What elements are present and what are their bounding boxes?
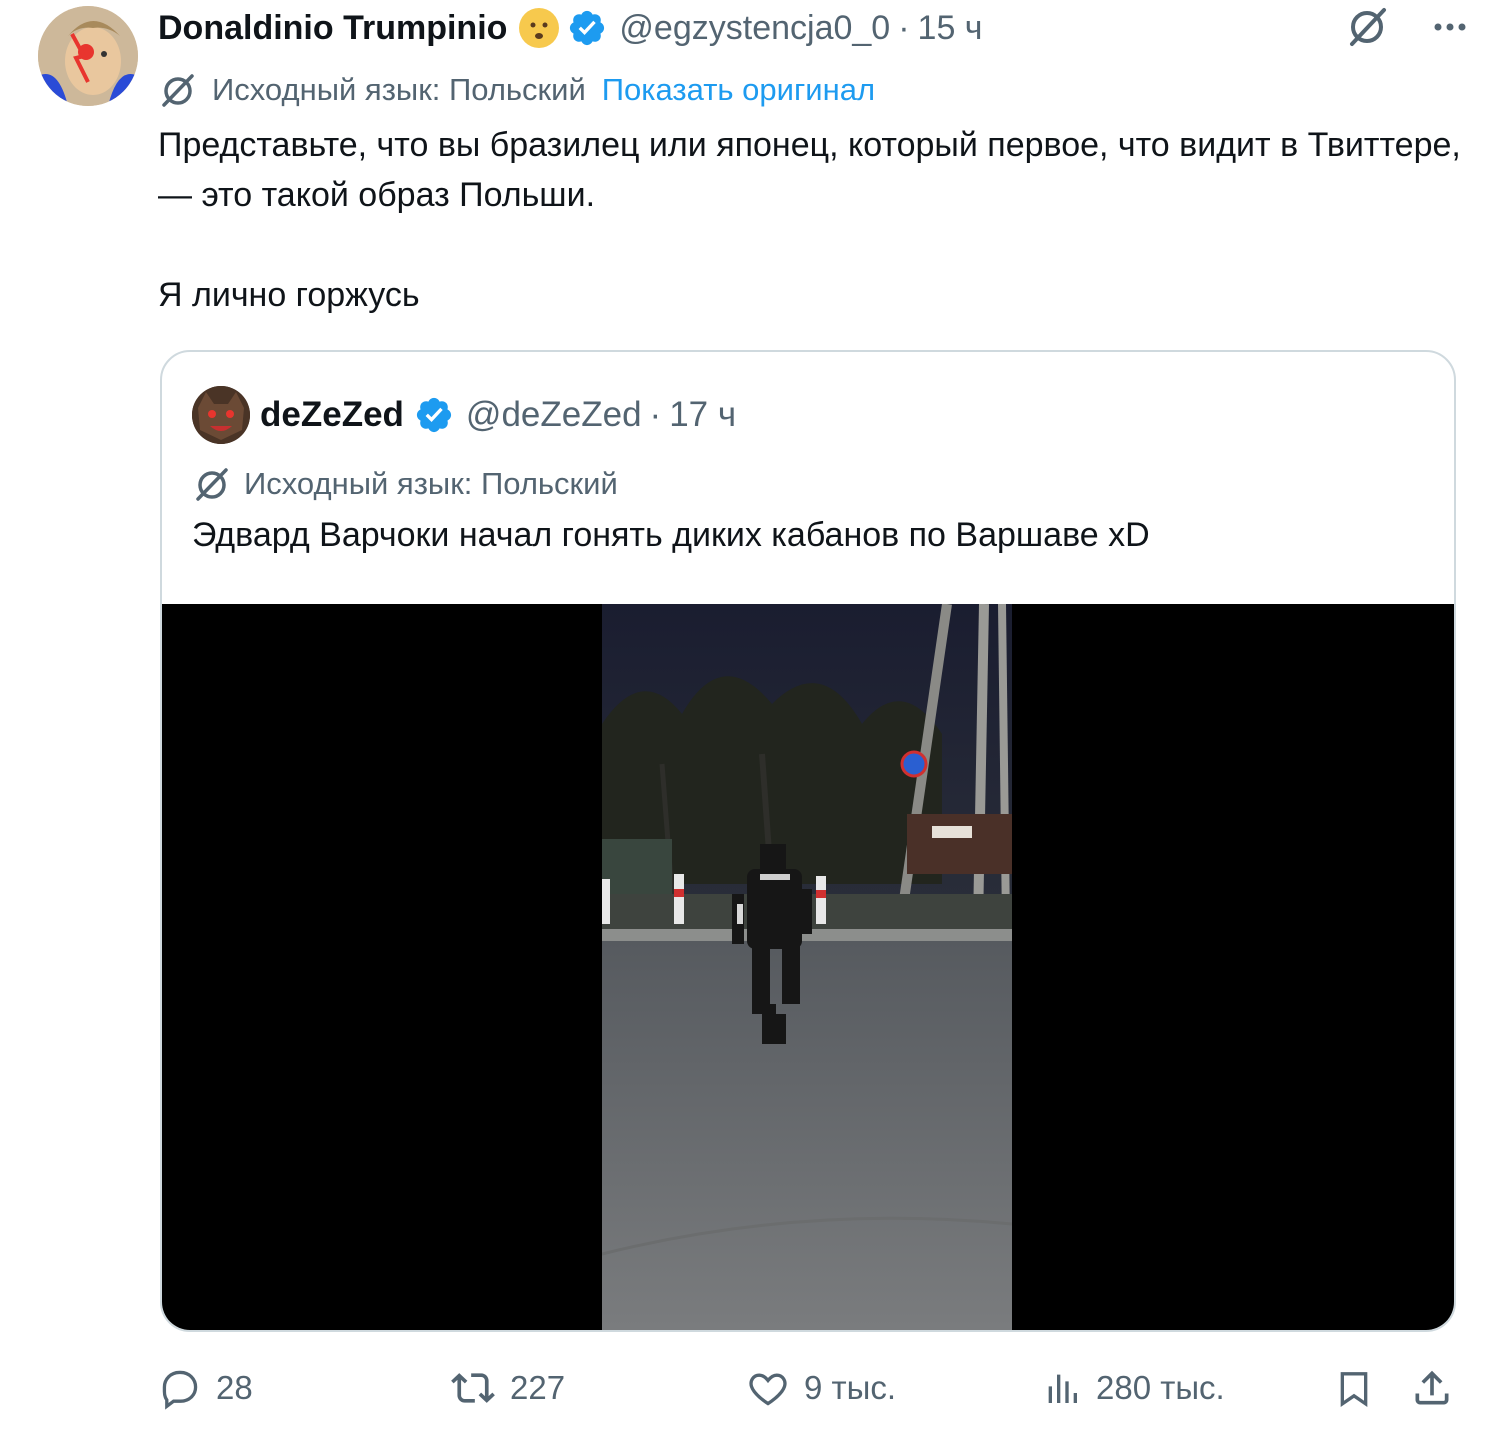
quoted-tweet-text: Эдвард Варчоки начал гонять диких кабано… bbox=[192, 516, 1150, 554]
header-actions bbox=[1344, 4, 1470, 50]
like-count: 9 тыс. bbox=[804, 1369, 897, 1406]
author-avatar[interactable] bbox=[38, 6, 138, 106]
tweet-time[interactable]: 15 ч bbox=[918, 9, 983, 48]
translation-row: Исходный язык: Польский Показать оригина… bbox=[158, 68, 875, 112]
tweet: Donaldinio Trumpinio @egzystencja0_0 · 1… bbox=[0, 0, 1500, 1449]
author-handle[interactable]: @egzystencja0_0 bbox=[619, 9, 890, 48]
tweet-text: Представьте, что вы бразилец или японец,… bbox=[158, 120, 1468, 320]
translation-label: Исходный язык: Польский bbox=[212, 72, 586, 107]
reply-button[interactable]: 28 bbox=[158, 1360, 253, 1416]
video-player[interactable] bbox=[162, 604, 1454, 1330]
retweet-count: 227 bbox=[510, 1369, 566, 1406]
tweet-header: Donaldinio Trumpinio @egzystencja0_0 · 1… bbox=[158, 6, 1470, 50]
heart-icon bbox=[746, 1366, 790, 1410]
verified-badge-icon bbox=[567, 8, 607, 48]
share-button[interactable] bbox=[1410, 1360, 1454, 1416]
like-button[interactable]: 9 тыс. bbox=[746, 1360, 896, 1416]
views-count: 280 тыс. bbox=[1096, 1369, 1225, 1406]
quoted-author-name: deZeZed bbox=[260, 395, 404, 434]
face-emoji-icon bbox=[519, 8, 560, 48]
author-name[interactable]: Donaldinio Trumpinio bbox=[158, 9, 507, 48]
tweet-actions: 28 227 9 тыс. 280 тыс. bbox=[158, 1360, 1458, 1416]
quoted-tweet-header: deZeZed @deZeZed · 17 ч bbox=[192, 386, 736, 444]
tweet-text-paragraph-2: Я лично горжусь bbox=[158, 276, 420, 314]
tweet-text-paragraph-1: Представьте, что вы бразилец или японец,… bbox=[158, 126, 1461, 214]
more-options-icon[interactable] bbox=[1430, 7, 1470, 47]
share-icon bbox=[1410, 1365, 1454, 1411]
retweet-button[interactable]: 227 bbox=[450, 1360, 565, 1416]
retweet-icon bbox=[450, 1366, 496, 1410]
views-button[interactable]: 280 тыс. bbox=[1042, 1360, 1225, 1416]
quoted-author-handle: @deZeZed bbox=[465, 395, 642, 434]
quoted-author-avatar[interactable] bbox=[192, 386, 250, 444]
grok-translate-icon bbox=[192, 464, 232, 504]
quoted-verified-badge-icon bbox=[414, 395, 454, 435]
bookmark-button[interactable] bbox=[1334, 1360, 1374, 1416]
analytics-icon bbox=[1042, 1366, 1082, 1410]
quoted-tweet[interactable]: deZeZed @deZeZed · 17 ч Исходный язык: П… bbox=[160, 350, 1456, 1332]
quoted-translation-row: Исходный язык: Польский bbox=[192, 464, 618, 504]
show-original-link[interactable]: Показать оригинал bbox=[602, 72, 875, 108]
quoted-tweet-time: 17 ч bbox=[669, 395, 737, 434]
grok-translate-icon bbox=[158, 70, 198, 110]
reply-count: 28 bbox=[216, 1369, 253, 1406]
quoted-separator-dot: · bbox=[649, 395, 662, 434]
reply-icon bbox=[158, 1366, 202, 1410]
bookmark-icon bbox=[1334, 1365, 1374, 1411]
separator-dot: · bbox=[898, 8, 910, 47]
quoted-translation-label: Исходный язык: Польский bbox=[244, 466, 618, 501]
video-frame bbox=[602, 604, 1012, 1330]
grok-icon[interactable] bbox=[1344, 4, 1390, 50]
